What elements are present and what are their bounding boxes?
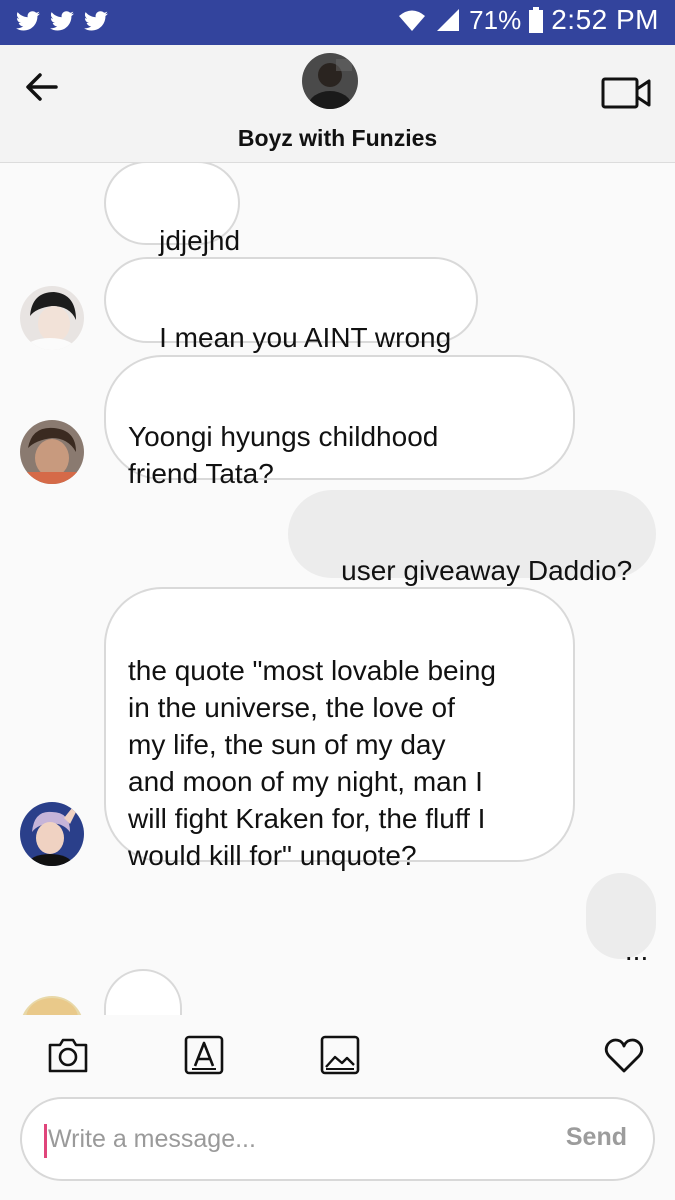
signal-icon bbox=[437, 9, 460, 31]
message-text: jdjejhd bbox=[159, 225, 241, 256]
incoming-message[interactable]: Yoongi hyungs childhood friend Tata? bbox=[104, 355, 575, 489]
heart-icon[interactable] bbox=[602, 1033, 646, 1077]
text-cursor bbox=[44, 1124, 47, 1158]
chat-header: Boyz with Funzies bbox=[0, 45, 675, 163]
group-avatar[interactable] bbox=[302, 53, 358, 109]
message-text: user giveaway Daddio? bbox=[341, 555, 633, 586]
battery-percent: 71% bbox=[469, 4, 522, 35]
incoming-message[interactable] bbox=[104, 969, 182, 1015]
notification-icons bbox=[14, 8, 110, 34]
chat-title[interactable]: Boyz with Funzies bbox=[0, 125, 675, 152]
twitter-icon bbox=[50, 11, 74, 31]
system-icons: 71% 2:52 PM bbox=[397, 4, 659, 36]
camera-icon[interactable] bbox=[46, 1033, 90, 1077]
outgoing-message[interactable]: user giveaway Daddio? bbox=[288, 490, 656, 586]
arrow-left-icon[interactable] bbox=[20, 65, 64, 109]
battery-icon bbox=[529, 7, 544, 33]
incoming-message[interactable]: I mean you AINT wrong bbox=[104, 257, 478, 353]
gallery-icon[interactable] bbox=[318, 1033, 362, 1077]
twitter-icon bbox=[16, 11, 40, 31]
text-style-icon[interactable] bbox=[182, 1033, 226, 1077]
message-input-container[interactable]: Send bbox=[20, 1097, 655, 1181]
incoming-message[interactable]: jdjejhd bbox=[104, 163, 240, 256]
avatar[interactable] bbox=[20, 420, 84, 484]
clock: 2:52 PM bbox=[551, 4, 659, 35]
video-camera-icon[interactable] bbox=[601, 73, 653, 113]
send-button[interactable]: Send bbox=[566, 1123, 627, 1152]
outgoing-message[interactable]: ... bbox=[586, 873, 656, 966]
message-input[interactable] bbox=[48, 1099, 528, 1179]
incoming-message[interactable]: the quote "most lovable being in the uni… bbox=[104, 587, 575, 871]
message-text: the quote "most lovable being in the uni… bbox=[128, 655, 496, 871]
wifi-icon bbox=[399, 10, 426, 31]
message-text: Yoongi hyungs childhood friend Tata? bbox=[128, 421, 439, 489]
status-bar: 71% 2:52 PM bbox=[0, 0, 675, 45]
avatar[interactable] bbox=[20, 996, 84, 1015]
message-text: ... bbox=[624, 935, 649, 966]
twitter-icon bbox=[84, 11, 108, 31]
message-text: I mean you AINT wrong bbox=[159, 322, 452, 353]
avatar[interactable] bbox=[20, 286, 84, 350]
composer: Send bbox=[0, 1015, 675, 1200]
avatar[interactable] bbox=[20, 802, 84, 866]
message-list[interactable]: jdjejhd I mean you AINT wrong Yoongi hyu… bbox=[0, 163, 675, 1015]
